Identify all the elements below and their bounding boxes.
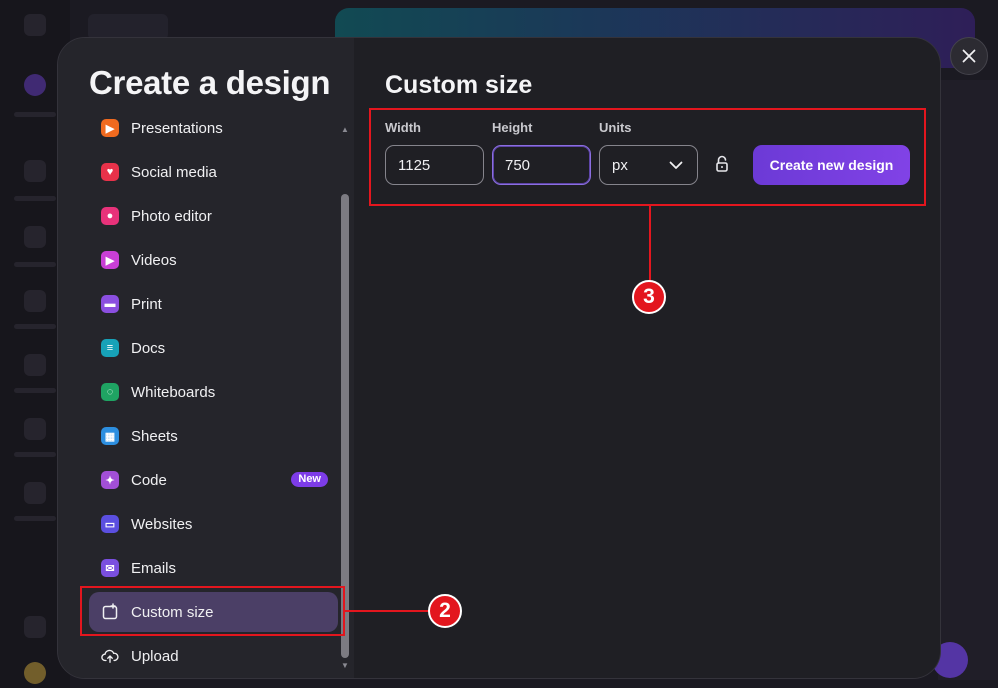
document-icon: ≡ <box>101 339 119 357</box>
nav-item-label: Photo editor <box>131 207 212 225</box>
scroll-up-arrow-icon[interactable]: ▲ <box>341 126 349 134</box>
background-icon <box>24 354 46 376</box>
background-icon <box>24 482 46 504</box>
background-label <box>14 262 56 267</box>
background-icon <box>24 290 46 312</box>
nav-item-label: Upload <box>131 647 179 665</box>
annotation-box-fields <box>369 108 926 206</box>
sheets-icon: ▦ <box>101 427 119 445</box>
custom-size-title: Custom size <box>385 71 533 99</box>
nav-item-label: Print <box>131 295 162 313</box>
background-icon <box>24 160 46 182</box>
presentation-icon: ▶ <box>101 119 119 137</box>
whiteboard-icon: ◌ <box>101 383 119 401</box>
annotation-line-custom-size <box>345 610 430 612</box>
nav-item-label: Code <box>131 471 167 489</box>
nav-item-label: Websites <box>131 515 193 533</box>
nav-item-label: Docs <box>131 339 166 357</box>
annotation-line-fields <box>649 206 651 282</box>
background-icon <box>24 226 46 248</box>
background-icon <box>24 14 46 36</box>
background-icon <box>24 616 46 638</box>
background-icon <box>24 662 46 684</box>
nav-item-social-media[interactable]: ♥ Social media <box>89 152 338 192</box>
nav-item-whiteboards[interactable]: ◌ Whiteboards <box>89 372 338 412</box>
background-label <box>14 196 56 201</box>
nav-item-videos[interactable]: ▶ Videos <box>89 240 338 280</box>
modal-title: Create a design <box>89 64 331 101</box>
nav-item-label: Presentations <box>131 119 223 137</box>
nav-item-upload[interactable]: Upload <box>89 636 338 676</box>
nav-item-label: Sheets <box>131 427 178 445</box>
nav-item-docs[interactable]: ≡ Docs <box>89 328 338 368</box>
email-icon: ✉ <box>101 559 119 577</box>
upload-icon <box>101 647 119 665</box>
background-label <box>14 452 56 457</box>
background-icon <box>24 74 46 96</box>
nav-item-print[interactable]: ▬ Print <box>89 284 338 324</box>
nav-item-label: Videos <box>131 251 177 269</box>
nav-item-label: Social media <box>131 163 217 181</box>
nav-item-websites[interactable]: ▭ Websites <box>89 504 338 544</box>
nav-item-emails[interactable]: ✉ Emails <box>89 548 338 588</box>
annotation-box-custom-size <box>80 586 345 636</box>
background-panel <box>938 80 998 680</box>
video-icon: ▶ <box>101 251 119 269</box>
nav-item-presentations[interactable]: ▶ Presentations <box>89 110 338 148</box>
design-type-pane: Create a design ▶ Presentations ♥ Social me… <box>58 38 354 678</box>
camera-icon: ● <box>101 207 119 225</box>
background-label <box>14 324 56 329</box>
scroll-down-arrow-icon[interactable]: ▼ <box>341 662 349 670</box>
nav-item-code[interactable]: ✦ Code New <box>89 460 338 500</box>
background-label <box>14 516 56 521</box>
code-icon: ✦ <box>101 471 119 489</box>
background-label <box>14 388 56 393</box>
nav-item-label: Whiteboards <box>131 383 216 401</box>
heart-icon: ♥ <box>101 163 119 181</box>
close-icon <box>962 49 976 63</box>
nav-item-label: Emails <box>131 559 177 577</box>
nav-item-photo-editor[interactable]: ● Photo editor <box>89 196 338 236</box>
background-label <box>14 112 56 117</box>
annotation-marker-3: 3 <box>632 280 666 314</box>
new-badge: New <box>291 472 328 487</box>
background-icon <box>24 418 46 440</box>
close-button[interactable] <box>950 37 988 75</box>
nav-item-sheets[interactable]: ▦ Sheets <box>89 416 338 456</box>
annotation-marker-2: 2 <box>428 594 462 628</box>
printer-icon: ▬ <box>101 295 119 313</box>
website-icon: ▭ <box>101 515 119 533</box>
